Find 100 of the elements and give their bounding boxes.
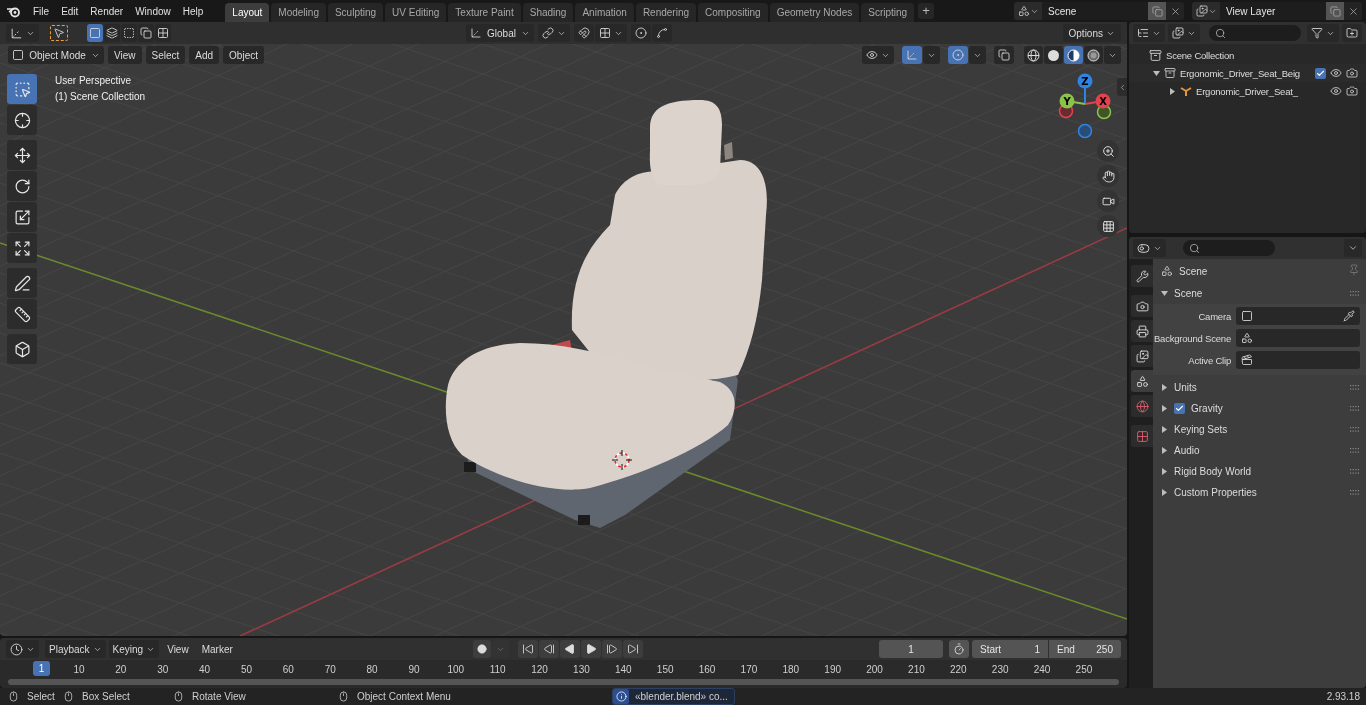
menu-item[interactable]: Window: [129, 1, 177, 21]
visibility-dropdown[interactable]: [862, 46, 894, 64]
active-tool-button[interactable]: [49, 24, 69, 42]
options-dropdown[interactable]: Options: [1062, 24, 1121, 42]
mode-dropdown[interactable]: Object Mode: [8, 46, 104, 64]
properties-tab[interactable]: [1131, 395, 1153, 417]
gizmos-toggle[interactable]: [902, 46, 922, 64]
workspace-tab[interactable]: Geometry Nodes: [769, 3, 860, 22]
workspace-tab[interactable]: Animation: [575, 3, 634, 22]
panel-header[interactable]: Units: [1157, 377, 1360, 398]
jump-start-button[interactable]: [518, 640, 539, 658]
delete-scene-button[interactable]: [1166, 2, 1184, 20]
play-reverse-button[interactable]: [560, 640, 581, 658]
disclosure-triangle-icon[interactable]: [1161, 384, 1168, 391]
sidebar-toggle[interactable]: [1117, 78, 1127, 96]
tool-button[interactable]: [7, 171, 37, 201]
snap-toggle[interactable]: [574, 24, 594, 42]
menu-dropdown[interactable]: Playback: [45, 640, 106, 658]
proportional-edit-toggle[interactable]: [631, 24, 651, 42]
negative-axis-handle[interactable]: [1077, 123, 1093, 139]
view-layer-name-field[interactable]: View Layer: [1220, 2, 1326, 20]
workspace-tab[interactable]: Texture Paint: [448, 3, 521, 22]
tool-button[interactable]: [7, 202, 37, 232]
menu-item[interactable]: Marker: [196, 640, 238, 658]
workspace-tab[interactable]: Compositing: [698, 3, 768, 22]
drag-handle-icon[interactable]: [1350, 290, 1360, 297]
jump-end-button[interactable]: [623, 640, 644, 658]
axis-handle[interactable]: X: [1095, 93, 1111, 109]
scrollbar[interactable]: [8, 679, 1119, 685]
menu-item[interactable]: Render: [84, 1, 130, 21]
search-field[interactable]: [1183, 240, 1275, 256]
menu-item[interactable]: View: [108, 46, 142, 64]
camera-selector-field[interactable]: [1236, 307, 1360, 325]
clip-selector-field[interactable]: [1236, 351, 1360, 369]
drag-handle-icon[interactable]: [1350, 426, 1360, 433]
properties-tab[interactable]: [1131, 265, 1153, 287]
record-button[interactable]: [473, 640, 492, 658]
menu-item[interactable]: Object: [223, 46, 264, 64]
tool-button[interactable]: [7, 334, 37, 364]
workspace-tab[interactable]: Layout: [225, 3, 270, 22]
filter-dropdown[interactable]: [1307, 24, 1339, 42]
preview-range-toggle[interactable]: [949, 640, 969, 658]
camera-navigation-button[interactable]: [1097, 190, 1119, 212]
previous-keyframe-button[interactable]: [539, 640, 560, 658]
axis-handle[interactable]: Z: [1077, 73, 1093, 89]
disclosure-triangle-icon[interactable]: [1161, 290, 1168, 297]
selection-mode-button[interactable]: [138, 24, 154, 42]
axis-handle[interactable]: Y: [1059, 93, 1075, 109]
3d-viewport[interactable]: Z Y X Global Options Object Mode View Select Add Object User Perspective (1) Scene Collection: [0, 22, 1127, 636]
workspace-tab[interactable]: Rendering: [635, 3, 697, 22]
menu-item[interactable]: Add: [189, 46, 220, 64]
disclosure-triangle-icon[interactable]: [1161, 426, 1168, 433]
drag-handle-icon[interactable]: [1350, 405, 1360, 412]
report-message[interactable]: «blender.blend» co...: [612, 688, 735, 705]
transform-orientation-dropdown[interactable]: Global: [466, 24, 534, 42]
pivot-point-dropdown[interactable]: [538, 24, 570, 42]
ortho-navigation-button[interactable]: [1097, 215, 1119, 237]
delete-view-layer-button[interactable]: [1344, 2, 1362, 20]
panel-header[interactable]: Scene: [1157, 283, 1360, 304]
panel-header[interactable]: Audio: [1157, 440, 1360, 461]
menu-item[interactable]: Edit: [55, 1, 85, 21]
properties-tab[interactable]: [1131, 425, 1153, 447]
workspace-tab[interactable]: UV Editing: [385, 3, 447, 22]
play-button[interactable]: [581, 640, 602, 658]
editor-type-button[interactable]: [1133, 239, 1166, 257]
exclude-checkbox[interactable]: [1315, 67, 1326, 79]
disclosure-triangle-icon[interactable]: [1169, 87, 1176, 95]
editor-type-button[interactable]: [6, 640, 39, 658]
shading-mode-button[interactable]: [1064, 46, 1083, 64]
panel-header[interactable]: Gravity: [1157, 398, 1360, 419]
properties-tab[interactable]: [1131, 370, 1153, 392]
outliner-row[interactable]: Scene Collection: [1129, 46, 1366, 64]
tool-button[interactable]: [7, 233, 37, 263]
tool-button[interactable]: [7, 140, 37, 170]
menu-item[interactable]: Select: [145, 46, 186, 64]
menu-item[interactable]: Help: [176, 1, 210, 21]
workspace-tab[interactable]: Shading: [522, 3, 574, 22]
scene-selector-button[interactable]: [1014, 2, 1042, 20]
properties-tab[interactable]: [1131, 345, 1153, 367]
next-keyframe-button[interactable]: [602, 640, 623, 658]
disclosure-triangle-icon[interactable]: [1161, 405, 1168, 412]
drag-handle-icon[interactable]: [1350, 489, 1360, 496]
toggle-options-dropdown[interactable]: [923, 46, 940, 64]
menu-item[interactable]: View: [162, 640, 194, 658]
tool-button[interactable]: [7, 299, 37, 329]
view-layer-selector-button[interactable]: [1192, 2, 1220, 20]
menu-dropdown[interactable]: Keying: [108, 640, 160, 658]
playhead[interactable]: 1: [33, 661, 50, 676]
panel-header[interactable]: Keying Sets: [1157, 419, 1360, 440]
display-mode-dropdown[interactable]: [1168, 24, 1200, 42]
scene-name-field[interactable]: Scene: [1042, 2, 1148, 20]
menu-item[interactable]: File: [27, 1, 56, 21]
pan-navigation-button[interactable]: [1097, 165, 1119, 187]
scene-selector-field[interactable]: [1236, 329, 1360, 347]
editor-type-button[interactable]: [1133, 24, 1165, 42]
disclosure-triangle-icon[interactable]: [1153, 69, 1160, 77]
tool-button[interactable]: [7, 268, 37, 298]
falloff-dropdown[interactable]: [652, 24, 672, 42]
editor-type-button[interactable]: [6, 24, 39, 42]
disclosure-triangle-icon[interactable]: [1161, 489, 1168, 496]
